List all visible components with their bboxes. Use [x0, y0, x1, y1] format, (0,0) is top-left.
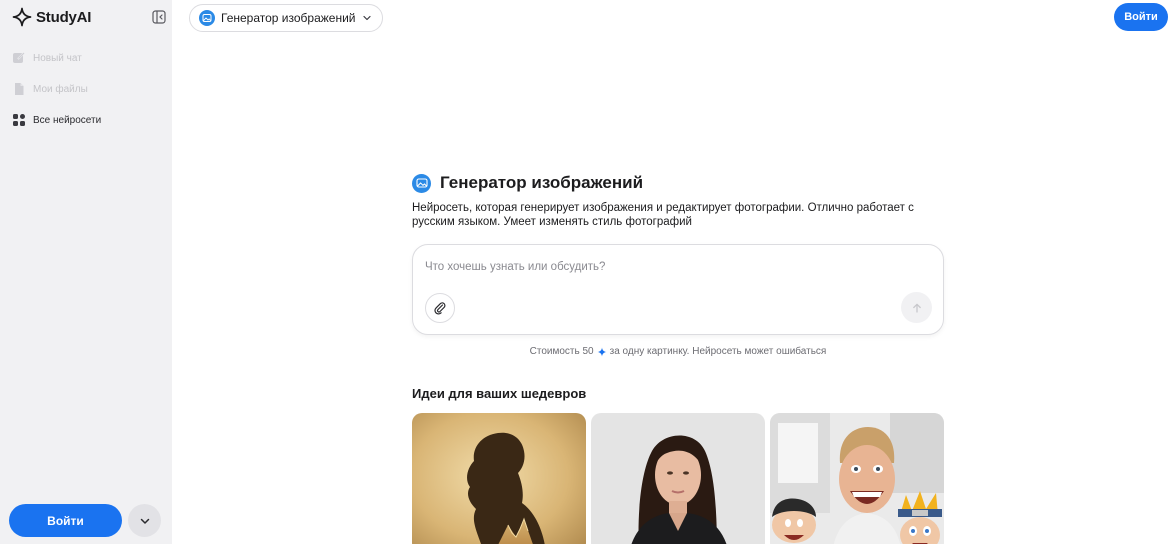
- idea-image-silhouette: [412, 413, 586, 544]
- prompt-input[interactable]: [425, 261, 905, 273]
- sidebar-item-label: Новый чат: [33, 52, 82, 64]
- sidebar-item-all-networks[interactable]: Все нейросети: [12, 110, 164, 130]
- sidebar-item-my-files[interactable]: Мои файлы: [12, 79, 164, 99]
- cost-suffix: за одну картинку. Нейросеть может ошибат…: [609, 346, 827, 357]
- page-title-row: Генератор изображений: [412, 173, 643, 193]
- sparkle-icon: [12, 7, 32, 27]
- idea-card-cartoon[interactable]: [770, 413, 944, 544]
- logo-text: StudyAI: [36, 8, 92, 26]
- sidebar-item-label: Мои файлы: [33, 83, 88, 95]
- sidebar-login-button[interactable]: Войти: [9, 504, 122, 537]
- idea-image-cartoon: [770, 413, 944, 544]
- sparkle-icon: [597, 347, 607, 356]
- chevron-down-icon: [140, 518, 149, 524]
- idea-card-silhouette[interactable]: [412, 413, 586, 544]
- cost-note: Стоимость 50 за одну картинку. Нейросеть…: [412, 346, 944, 357]
- pencil-square-icon: [13, 52, 25, 63]
- idea-card-portrait[interactable]: [591, 413, 765, 544]
- sidebar-nav: Новый чат Мои файлы Все нейросети: [12, 48, 164, 141]
- sidebar-more-button[interactable]: [128, 504, 161, 537]
- paperclip-icon: [434, 302, 446, 315]
- logo[interactable]: StudyAI: [12, 7, 91, 27]
- sidebar: StudyAI Новый чат Мои файлы Все нейросет…: [0, 0, 172, 544]
- file-icon: [15, 83, 24, 95]
- sidebar-item-label: Все нейросети: [33, 114, 102, 126]
- image-generator-icon: [412, 173, 431, 193]
- model-selector-label: Генератор изображений: [221, 11, 356, 25]
- cost-prefix: Стоимость 50: [529, 346, 594, 357]
- page-description: Нейросеть, которая генерирует изображени…: [412, 202, 914, 228]
- idea-image-portrait: [591, 413, 765, 544]
- arrow-up-icon: [912, 303, 921, 313]
- send-button[interactable]: [901, 292, 932, 323]
- model-selector[interactable]: Генератор изображений: [189, 4, 383, 32]
- collapse-sidebar-icon[interactable]: [152, 10, 166, 24]
- chevron-down-icon: [362, 15, 371, 21]
- prompt-box: [412, 244, 944, 335]
- grid-icon: [13, 114, 25, 126]
- image-generator-icon: [199, 10, 215, 26]
- sidebar-item-new-chat[interactable]: Новый чат: [12, 48, 164, 68]
- header-login-button[interactable]: Войти: [1114, 3, 1168, 31]
- ideas-heading: Идеи для ваших шедевров: [412, 386, 587, 401]
- page-title: Генератор изображений: [440, 173, 644, 192]
- attach-button[interactable]: [425, 293, 455, 323]
